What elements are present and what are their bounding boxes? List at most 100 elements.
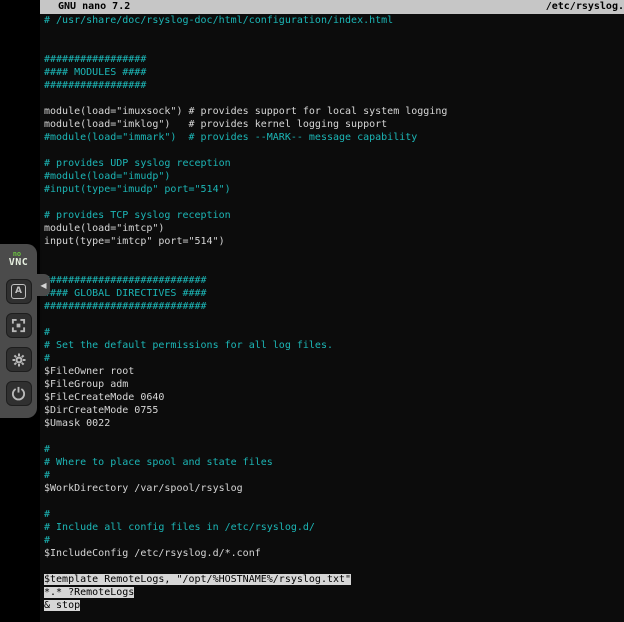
editor-line <box>44 27 624 40</box>
editor-line-text: module(load="imuxsock") # provides suppo… <box>44 106 447 117</box>
editor-line: $template RemoteLogs, "/opt/%HOSTNAME%/r… <box>44 573 624 586</box>
editor-line-text: # Set the default permissions for all lo… <box>44 340 333 351</box>
editor-line-text: module(load="imtcp") <box>44 223 164 234</box>
editor-line: # Include all config files in /etc/rsysl… <box>44 521 624 534</box>
editor-line-text: # provides UDP syslog reception <box>44 158 231 169</box>
editor-line-text: # Include all config files in /etc/rsysl… <box>44 522 315 533</box>
editor-line <box>44 92 624 105</box>
editor-line-text: module(load="imklog") # provides kernel … <box>44 119 387 130</box>
editor-line-text: # <box>44 470 50 481</box>
editor-line: *.* ?RemoteLogs <box>44 586 624 599</box>
power-button[interactable] <box>6 381 32 406</box>
editor-line <box>44 560 624 573</box>
editor-line: ################# <box>44 79 624 92</box>
chevron-left-icon: ◀ <box>40 281 46 290</box>
settings-button[interactable] <box>6 347 32 372</box>
editor-line: # Set the default permissions for all lo… <box>44 339 624 352</box>
editor-line: $DirCreateMode 0755 <box>44 404 624 417</box>
editor-line: #module(load="imudp") <box>44 170 624 183</box>
fullscreen-icon <box>11 318 26 333</box>
editor-line-text: #### GLOBAL DIRECTIVES #### <box>44 288 207 299</box>
editor-line-text: # <box>44 509 50 520</box>
editor-line: # <box>44 508 624 521</box>
editor-line-text: ########################### <box>44 301 207 312</box>
editor-line <box>44 261 624 274</box>
editor-line: #### MODULES #### <box>44 66 624 79</box>
editor-line: ########################### <box>44 274 624 287</box>
editor-line-text: input(type="imtcp" port="514") <box>44 236 225 247</box>
editor-line-text: # Where to place spool and state files <box>44 457 273 468</box>
editor-line-text: ########################### <box>44 275 207 286</box>
editor-line: ########################### <box>44 300 624 313</box>
editor-line: #input(type="imudp" port="514") <box>44 183 624 196</box>
editor-line: module(load="imklog") # provides kernel … <box>44 118 624 131</box>
novnc-logo: no VNC <box>9 251 29 268</box>
editor-line: module(load="imtcp") <box>44 222 624 235</box>
keyboard-extra-keys-icon: A <box>11 284 26 299</box>
editor-line <box>44 430 624 443</box>
nano-titlebar: GNU nano 7.2 /etc/rsyslog. <box>40 0 624 14</box>
editor-line: #### GLOBAL DIRECTIVES #### <box>44 287 624 300</box>
editor-line-text: # <box>44 327 50 338</box>
editor-line-text: # <box>44 444 50 455</box>
nano-version: GNU nano 7.2 <box>58 0 130 14</box>
screen: { "titlebar": { "app": "GNU nano 7.2", "… <box>0 0 624 622</box>
editor-line <box>44 40 624 53</box>
editor-content[interactable]: # /usr/share/doc/rsyslog-doc/html/config… <box>40 14 624 612</box>
editor-line-text: $Umask 0022 <box>44 418 110 429</box>
gear-icon <box>11 352 27 368</box>
editor-line-text: ################# <box>44 54 146 65</box>
editor-line-text: ################# <box>44 80 146 91</box>
editor-line: & stop <box>44 599 624 612</box>
editor-line: $Umask 0022 <box>44 417 624 430</box>
power-icon <box>11 386 26 401</box>
terminal-screen[interactable]: GNU nano 7.2 /etc/rsyslog. # /usr/share/… <box>40 0 624 622</box>
fullscreen-button[interactable] <box>6 313 32 338</box>
editor-line <box>44 313 624 326</box>
editor-line: #module(load="immark") # provides --MARK… <box>44 131 624 144</box>
editor-line: ################# <box>44 53 624 66</box>
editor-line-text: # provides TCP syslog reception <box>44 210 231 221</box>
editor-line-text: $DirCreateMode 0755 <box>44 405 158 416</box>
editor-line-text: # /usr/share/doc/rsyslog-doc/html/config… <box>44 15 393 26</box>
editor-line: $FileOwner root <box>44 365 624 378</box>
editor-line: # <box>44 469 624 482</box>
editor-line-text: $FileOwner root <box>44 366 134 377</box>
editor-line: # provides UDP syslog reception <box>44 157 624 170</box>
novnc-logo-vnc: VNC <box>9 258 29 268</box>
nano-filename: /etc/rsyslog. <box>546 0 624 14</box>
editor-line: input(type="imtcp" port="514") <box>44 235 624 248</box>
editor-line <box>44 196 624 209</box>
editor-line: # <box>44 352 624 365</box>
editor-line-text: # <box>44 353 50 364</box>
editor-line: # <box>44 534 624 547</box>
editor-line-text: $template RemoteLogs, "/opt/%HOSTNAME%/r… <box>44 574 351 585</box>
editor-line-text: #input(type="imudp" port="514") <box>44 184 231 195</box>
extra-keys-button[interactable]: A <box>6 279 32 304</box>
editor-line: $FileGroup adm <box>44 378 624 391</box>
editor-line: # /usr/share/doc/rsyslog-doc/html/config… <box>44 14 624 27</box>
editor-line-text: #### MODULES #### <box>44 67 146 78</box>
editor-line: $FileCreateMode 0640 <box>44 391 624 404</box>
editor-line-text: # <box>44 535 50 546</box>
editor-line: module(load="imuxsock") # provides suppo… <box>44 105 624 118</box>
editor-line <box>44 144 624 157</box>
editor-line-text: *.* ?RemoteLogs <box>44 587 134 598</box>
editor-line-text: #module(load="imudp") <box>44 171 170 182</box>
panel-collapse-handle[interactable]: ◀ <box>37 274 50 296</box>
editor-line-text: $FileCreateMode 0640 <box>44 392 164 403</box>
editor-line: # Where to place spool and state files <box>44 456 624 469</box>
editor-line <box>44 495 624 508</box>
vnc-control-panel: no VNC A <box>0 244 37 418</box>
editor-line: # <box>44 443 624 456</box>
editor-line: # provides TCP syslog reception <box>44 209 624 222</box>
editor-line: $WorkDirectory /var/spool/rsyslog <box>44 482 624 495</box>
editor-line <box>44 248 624 261</box>
editor-line-text: $WorkDirectory /var/spool/rsyslog <box>44 483 243 494</box>
editor-line: $IncludeConfig /etc/rsyslog.d/*.conf <box>44 547 624 560</box>
editor-line-text: #module(load="immark") # provides --MARK… <box>44 132 417 143</box>
editor-line: # <box>44 326 624 339</box>
editor-line-text: $FileGroup adm <box>44 379 128 390</box>
editor-line-text: & stop <box>44 600 80 611</box>
editor-line-text: $IncludeConfig /etc/rsyslog.d/*.conf <box>44 548 261 559</box>
